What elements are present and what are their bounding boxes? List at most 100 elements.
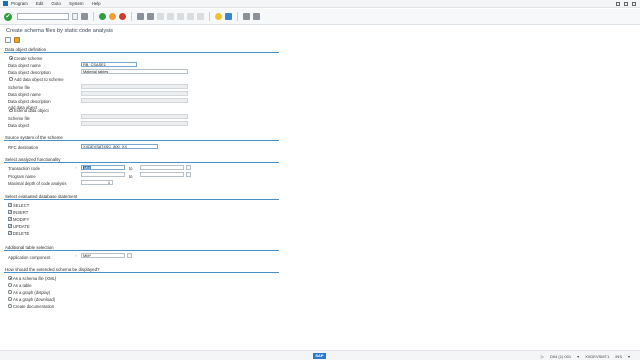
scheme-file-input-2 (81, 114, 188, 120)
program-name-to-input[interactable] (140, 172, 184, 178)
display-graph-radio[interactable] (8, 290, 12, 294)
layout-menu-icon[interactable] (253, 13, 260, 20)
shortcut-icon[interactable] (225, 13, 232, 20)
menu-goto[interactable]: Goto (51, 1, 61, 6)
standard-toolbar: ✔ (0, 9, 640, 25)
group-divider (4, 272, 279, 273)
maximize-icon[interactable] (624, 1, 628, 6)
sap-logo: SAP (313, 353, 326, 359)
application-component-more-icon[interactable] (127, 253, 132, 259)
add-data-object-to-scheme-label: Add data object to scheme (14, 76, 64, 82)
find-icon[interactable] (147, 13, 154, 20)
print-icon[interactable] (137, 13, 144, 20)
help-icon[interactable] (243, 13, 250, 20)
select-checkbox[interactable]: ✓ (8, 203, 12, 207)
data-object-description-input[interactable]: Material tables (81, 69, 188, 75)
find-next-icon[interactable] (157, 13, 164, 20)
data-object-description-label-2: Data object description (8, 98, 51, 104)
menu-program[interactable]: Program (11, 1, 28, 6)
data-object-name-input-2 (81, 91, 188, 97)
transaction-code-to-input[interactable] (140, 165, 184, 171)
variant-icon[interactable] (14, 36, 20, 43)
command-history-dropdown[interactable] (72, 13, 78, 20)
create-documentation-label: Create documentation (13, 303, 55, 309)
close-icon[interactable] (632, 1, 636, 6)
menu-help[interactable]: Help (92, 1, 101, 6)
max-depth-input[interactable]: 1 (81, 180, 113, 186)
previous-page-icon[interactable] (177, 13, 184, 20)
transaction-code-input[interactable]: MM (81, 165, 125, 171)
transaction-code-label: Transaction code (8, 166, 40, 171)
data-object-description-label: Data object description (8, 69, 51, 75)
first-page-icon[interactable] (167, 13, 174, 20)
group-divider (4, 199, 279, 200)
system-client-info: D04 (1) 001 (549, 353, 572, 359)
program-name-input[interactable] (81, 172, 125, 178)
multiple-selection-icon-2[interactable]: ▫ (75, 253, 79, 258)
server-name: XXDEVSMT1 (585, 353, 610, 359)
page-title: Create schema files by static code analy… (6, 27, 113, 34)
system-info: ▷ D04 (1) 001 ▾ XXDEVSMT1 INS ▾ (541, 354, 630, 359)
transaction-code-more-icon[interactable] (186, 165, 191, 171)
display-xml-label: As a schema file (XML) (13, 275, 57, 281)
create-documentation-radio[interactable] (8, 304, 12, 308)
last-page-icon[interactable] (197, 13, 204, 20)
back-icon[interactable] (99, 13, 106, 20)
transaction-code-value: MM (83, 165, 92, 170)
minimize-icon[interactable] (616, 1, 620, 6)
application-component-label: Application component (8, 254, 51, 260)
modify-checkbox[interactable]: ✓ (8, 217, 12, 221)
add-data-object-to-scheme-radio[interactable] (9, 77, 13, 81)
application-component-input[interactable]: MM* (81, 253, 125, 259)
create-scheme-radio[interactable] (9, 56, 13, 60)
multiple-selection-icon[interactable]: ▫ (75, 165, 79, 170)
update-checkbox[interactable]: ✓ (8, 224, 12, 228)
scheme-file-label-2: Scheme file (8, 115, 30, 121)
data-object-label: Data object (8, 122, 30, 128)
toolbar-separator (209, 12, 210, 21)
toolbar-separator (93, 12, 94, 21)
application-toolbar (0, 35, 640, 44)
execute-icon[interactable] (5, 36, 11, 43)
program-name-more-icon[interactable] (186, 172, 191, 178)
delete-checkbox[interactable]: ✓ (8, 231, 12, 235)
menu-system[interactable]: System (69, 1, 84, 6)
scheme-file-input (81, 84, 188, 90)
group-divider (4, 52, 279, 53)
display-table-radio[interactable] (8, 283, 12, 287)
data-object-name-input[interactable]: RB_CSASE1 (81, 62, 137, 68)
command-field[interactable] (17, 13, 69, 20)
extend-data-object-label: Extend data object (14, 108, 49, 113)
extend-data-object-radio[interactable] (9, 108, 13, 113)
program-name-label: Program name (8, 173, 36, 179)
toolbar-separator (131, 12, 132, 21)
enter-button[interactable]: ✔ (4, 12, 12, 21)
menu-edit[interactable]: Edit (36, 1, 44, 6)
status-play-icon[interactable]: ▷ (541, 354, 544, 359)
group-divider (4, 162, 279, 163)
group-divider (4, 250, 279, 251)
exit-icon[interactable] (109, 13, 116, 20)
group-divider (4, 140, 279, 141)
download-graph-radio[interactable] (8, 297, 12, 301)
sap-menu-icon[interactable] (3, 1, 8, 6)
modify-label: MODIFY (13, 216, 30, 222)
max-depth-label: Maximal depth of code analysis (8, 180, 67, 186)
selection-screen: Data object definition Create scheme Dat… (4, 44, 280, 315)
toolbar-separator (237, 12, 238, 21)
cancel-icon[interactable] (119, 13, 126, 20)
rfc-destination-input[interactable]: XXDEVSAT4SC_800_XX (81, 144, 158, 150)
display-table-label: As a table (13, 282, 32, 288)
next-page-icon[interactable] (187, 13, 194, 20)
rfc-destination-label: RFC destination (8, 144, 39, 150)
insert-checkbox[interactable]: ✓ (8, 210, 12, 214)
data-object-name-label: Data object name (8, 62, 41, 68)
status-dropdown-icon[interactable]: ▾ (628, 354, 630, 359)
display-xml-radio[interactable] (8, 276, 12, 280)
insert-mode: INS (615, 353, 622, 359)
screen-title-bar: Create schema files by static code analy… (0, 26, 640, 35)
system-dropdown-icon[interactable]: ▾ (577, 354, 579, 359)
new-session-icon[interactable] (215, 13, 222, 20)
save-icon[interactable] (81, 13, 88, 20)
status-bar: SAP ▷ D04 (1) 001 ▾ XXDEVSMT1 INS ▾ (0, 350, 640, 360)
